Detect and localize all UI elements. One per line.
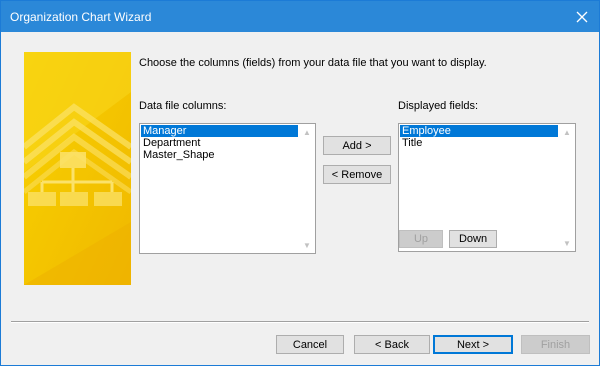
displayed-field-item[interactable]: Employee	[400, 125, 558, 137]
org-chart-illustration	[24, 52, 131, 285]
data-column-item[interactable]: Master_Shape	[141, 149, 298, 161]
cancel-button[interactable]: Cancel	[276, 335, 344, 354]
down-button[interactable]: Down	[449, 230, 497, 248]
left-list-scrollbar[interactable]: ▲ ▼	[299, 124, 315, 253]
scroll-down-icon[interactable]: ▼	[299, 237, 315, 253]
remove-button[interactable]: < Remove	[323, 165, 391, 184]
displayed-fields-label: Displayed fields:	[398, 100, 479, 112]
next-button[interactable]: Next >	[433, 335, 513, 354]
data-column-item[interactable]: Department	[141, 137, 298, 149]
data-column-item[interactable]: Manager	[141, 125, 298, 137]
scroll-up-icon[interactable]: ▲	[299, 124, 315, 140]
right-list-scrollbar[interactable]: ▲ ▼	[559, 124, 575, 251]
title-bar[interactable]: Organization Chart Wizard	[1, 1, 599, 32]
close-button[interactable]	[565, 1, 599, 32]
close-icon	[576, 11, 588, 22]
wizard-body: Choose the columns (fields) from your da…	[1, 32, 599, 365]
wizard-window: Organization Chart Wizard Choose the col…	[0, 0, 600, 366]
instruction-text: Choose the columns (fields) from your da…	[139, 57, 487, 69]
data-file-columns-label: Data file columns:	[139, 100, 227, 112]
wizard-illustration	[24, 52, 131, 285]
displayed-field-item[interactable]: Title	[400, 137, 558, 149]
up-button[interactable]: Up	[399, 230, 443, 248]
window-title: Organization Chart Wizard	[10, 10, 152, 24]
back-button[interactable]: < Back	[354, 335, 430, 354]
footer-separator	[11, 321, 589, 323]
scroll-up-icon[interactable]: ▲	[559, 124, 575, 140]
add-button[interactable]: Add >	[323, 136, 391, 155]
scroll-down-icon[interactable]: ▼	[559, 235, 575, 251]
data-file-columns-list[interactable]: Manager Department Master_Shape ▲ ▼	[139, 123, 316, 254]
finish-button[interactable]: Finish	[521, 335, 590, 354]
